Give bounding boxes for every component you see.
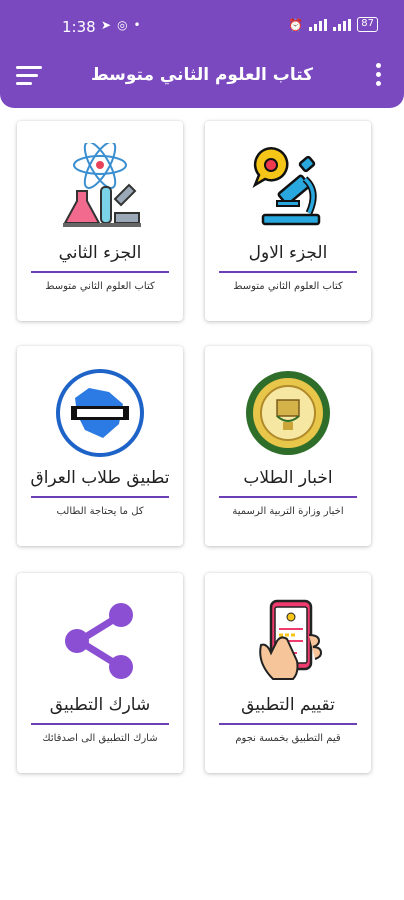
dot-icon: • [133, 18, 141, 32]
card-divider [219, 723, 357, 725]
battery-icon: 87 [357, 17, 378, 32]
telegram-icon: ➤ [101, 18, 112, 32]
card-iraq-students-app[interactable]: تطبيق طلاب العراق كل ما يحتاجة الطالب [17, 346, 183, 546]
card-share-app[interactable]: شارك التطبيق شارك التطبيق الى اصدقائك [17, 573, 183, 773]
card-divider [31, 723, 169, 725]
card-divider [31, 496, 169, 498]
app-bar: 1:38 ➤ ◎ • ⏰ 87 كتاب العلوم الثاني متوسط [0, 0, 404, 108]
card-subtitle: شارك التطبيق الى اصدقائك [42, 733, 158, 744]
iraq-students-logo-icon [56, 369, 144, 457]
card-part-one[interactable]: الجزء الاول كتاب العلوم الثاني متوسط [205, 121, 371, 321]
signal-icon-2 [333, 18, 352, 31]
page-title: كتاب العلوم الثاني متوسط [90, 65, 314, 85]
card-subtitle: كتاب العلوم الثاني متوسط [45, 281, 155, 292]
card-divider [31, 271, 169, 273]
card-title: تطبيق طلاب العراق [30, 468, 170, 488]
microscope-icon [252, 147, 321, 226]
status-indicators: ⏰ 87 [288, 17, 378, 32]
share-icon [65, 603, 133, 679]
card-subtitle: كل ما يحتاجة الطالب [56, 506, 144, 517]
status-time: 1:38 [62, 18, 96, 36]
signal-icon [309, 18, 328, 31]
more-options-icon[interactable] [374, 63, 382, 89]
status-bar: 1:38 ➤ ◎ • ⏰ 87 [0, 14, 404, 42]
card-rate-app[interactable]: تقييم التطبيق قيم التطبيق بخمسة نجوم [205, 573, 371, 773]
card-title: اخبار الطلاب [243, 468, 333, 488]
card-title: الجزء الثاني [58, 243, 142, 263]
card-subtitle: كتاب العلوم الثاني متوسط [233, 281, 343, 292]
card-part-two[interactable]: الجزء الثاني كتاب العلوم الثاني متوسط [17, 121, 183, 321]
card-subtitle: قيم التطبيق بخمسة نجوم [235, 733, 341, 744]
card-title: الجزء الاول [248, 243, 328, 263]
card-student-news[interactable]: اخبار الطلاب اخبار وزارة التربية الرسمية [205, 346, 371, 546]
rate-phone-icon [259, 599, 323, 680]
whatsapp-icon: ◎ [117, 18, 128, 32]
card-divider [219, 496, 357, 498]
card-title: شارك التطبيق [49, 695, 151, 715]
notification-icons: ➤ ◎ • [101, 18, 141, 32]
card-divider [219, 271, 357, 273]
chemistry-lab-icon [63, 143, 141, 227]
alarm-icon: ⏰ [288, 17, 304, 32]
card-subtitle: اخبار وزارة التربية الرسمية [232, 506, 344, 517]
card-title: تقييم التطبيق [241, 695, 335, 715]
ministry-emblem-icon [246, 371, 330, 455]
menu-icon[interactable] [16, 66, 42, 86]
